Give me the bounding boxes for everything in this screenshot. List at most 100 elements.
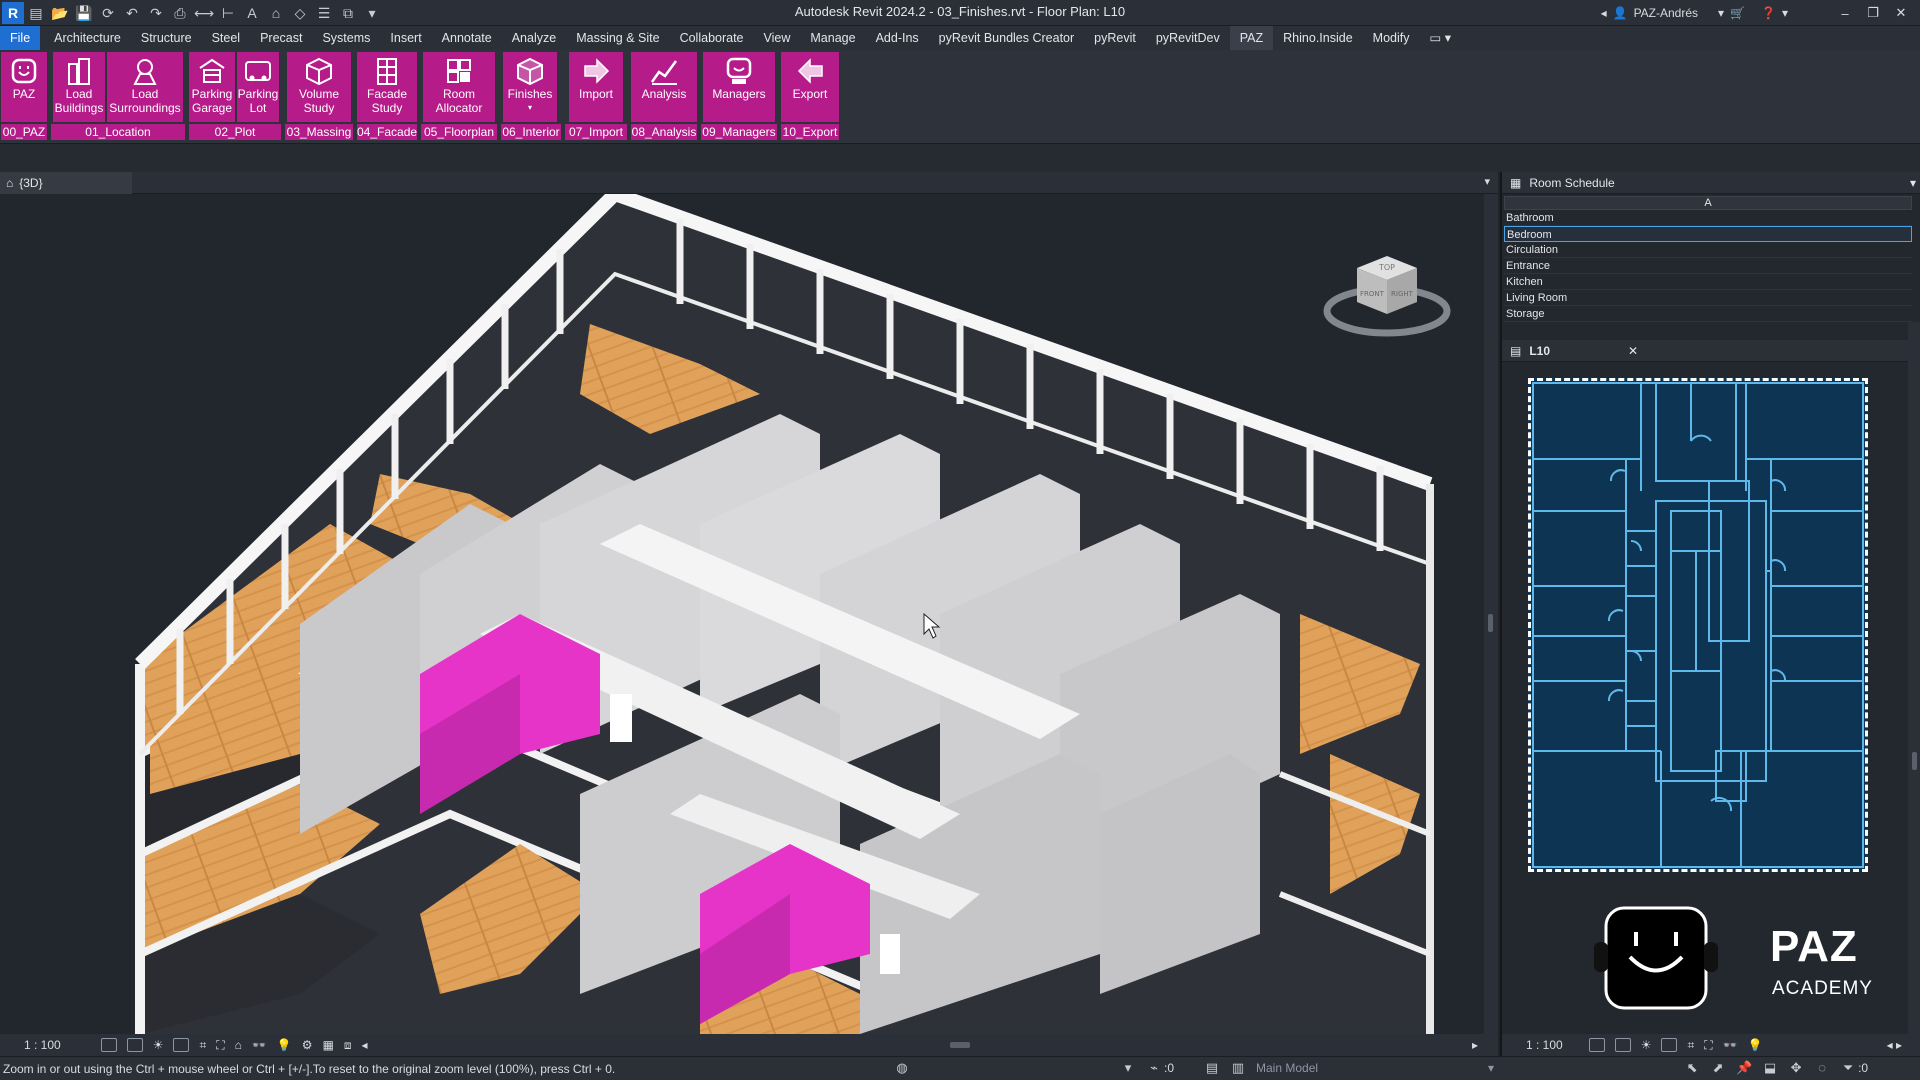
tab-view[interactable]: View <box>754 26 801 50</box>
tab-analyze[interactable]: Analyze <box>502 26 566 50</box>
home-icon[interactable]: ▤ <box>25 2 47 24</box>
tab-pyrevitdev[interactable]: pyRevitDev <box>1146 26 1230 50</box>
tab-modify[interactable]: Modify <box>1363 26 1420 50</box>
minimize-button[interactable]: – <box>1834 6 1856 21</box>
select-underlay-icon[interactable]: ⬈ <box>1710 1060 1726 1076</box>
select-pinned-icon[interactable]: 📌 <box>1736 1060 1752 1076</box>
tab-structure[interactable]: Structure <box>131 26 202 50</box>
schedule-column-header[interactable]: A <box>1504 196 1912 210</box>
schedule-row[interactable]: Storage <box>1504 306 1912 322</box>
sun-path-icon[interactable]: ☀ <box>153 1038 164 1052</box>
import-button[interactable]: Import <box>569 52 623 122</box>
design-options-icon[interactable]: ⌁ <box>1146 1060 1162 1076</box>
cart-icon[interactable]: 🛒 <box>1730 6 1745 20</box>
viewport-horizontal-scrollbar[interactable] <box>460 1042 1460 1048</box>
save-icon[interactable]: 💾 <box>73 2 95 24</box>
reveal-hidden-icon[interactable]: 💡 <box>277 1038 292 1052</box>
sync-icon[interactable]: ⟳ <box>97 2 119 24</box>
tab-collaborate[interactable]: Collaborate <box>670 26 754 50</box>
open-icon[interactable]: 📂 <box>49 2 71 24</box>
3d-view-icon[interactable]: ⌂ <box>265 2 287 24</box>
plan-scale[interactable]: 1 : 100 <box>1526 1038 1563 1052</box>
tab-massing-site[interactable]: Massing & Site <box>566 26 669 50</box>
plan-crop-view-icon[interactable]: ⌗ <box>1687 1038 1694 1053</box>
tab-annotate[interactable]: Annotate <box>432 26 502 50</box>
plan-scroll-thumb[interactable] <box>1912 752 1917 770</box>
thin-lines-icon[interactable]: ☰ <box>313 2 335 24</box>
tab-architecture[interactable]: Architecture <box>44 26 131 50</box>
room-allocator-button[interactable]: Room Allocator <box>423 52 495 122</box>
schedule-row[interactable]: Living Room <box>1504 290 1912 306</box>
user-name[interactable]: PAZ-Andrés <box>1634 6 1698 20</box>
restore-button[interactable]: ❐ <box>1862 5 1884 21</box>
section-icon[interactable]: ◇ <box>289 2 311 24</box>
background-process-icon[interactable]: ◌ <box>1814 1060 1830 1076</box>
view-scale[interactable]: 1 : 100 <box>24 1038 61 1052</box>
tab-3d-view[interactable]: ⌂ {3D} <box>0 172 132 194</box>
plan-show-crop-icon[interactable]: ⛶ <box>1704 1038 1712 1053</box>
hide-analytical-icon[interactable]: ▦ <box>323 1038 334 1052</box>
detail-level-icon[interactable] <box>100 1038 117 1052</box>
tab-file[interactable]: File <box>0 26 41 50</box>
tab-pyrevit-bundles-creator[interactable]: pyRevit Bundles Creator <box>929 26 1084 50</box>
viewport-vertical-scrollbar[interactable] <box>1484 194 1498 1034</box>
schedule-menu-icon[interactable]: ▾ <box>1910 176 1916 190</box>
model-properties-icon[interactable]: ▥ <box>1230 1060 1246 1076</box>
plan-detail-level-icon[interactable] <box>1588 1038 1605 1052</box>
editable-only-icon[interactable]: ▾ <box>1120 1060 1136 1076</box>
load-surroundings-button[interactable]: Load Surroundings <box>107 52 183 122</box>
facade-study-button[interactable]: Facade Study <box>357 52 417 122</box>
help-dropdown-icon[interactable]: ▾ <box>1782 6 1788 20</box>
scroll-right-icon[interactable]: ▸ <box>1472 1038 1478 1052</box>
drag-elements-icon[interactable]: ✥ <box>1788 1060 1804 1076</box>
shadows-icon[interactable] <box>173 1038 190 1052</box>
chevron-left-icon[interactable]: ◂ <box>1601 6 1607 20</box>
managers-button[interactable]: Managers <box>703 52 775 122</box>
load-buildings-button[interactable]: Load Buildings <box>53 52 105 122</box>
worksets-icon[interactable]: ◍ <box>894 1060 910 1076</box>
select-by-face-icon[interactable]: ⬓ <box>1762 1060 1778 1076</box>
plan-temporary-hide-icon[interactable]: 👓 <box>1723 1038 1738 1052</box>
plan-shadows-icon[interactable] <box>1661 1038 1678 1052</box>
show-crop-icon[interactable]: ⛶ <box>216 1038 224 1053</box>
close-button[interactable]: ✕ <box>1890 5 1912 21</box>
print-icon[interactable]: ⎙ <box>169 2 191 24</box>
schedule-row[interactable]: Bathroom <box>1504 210 1912 226</box>
visual-style-icon[interactable] <box>126 1038 143 1052</box>
schedule-row-selected[interactable]: Bedroom <box>1504 226 1912 242</box>
undo-icon[interactable]: ↶ <box>121 2 143 24</box>
analysis-button[interactable]: Analysis <box>631 52 697 122</box>
select-links-icon[interactable]: ⬉ <box>1684 1060 1700 1076</box>
tab-systems[interactable]: Systems <box>312 26 380 50</box>
schedule-row[interactable]: Kitchen <box>1504 274 1912 290</box>
filter-icon[interactable]: ⏷ <box>1840 1060 1856 1076</box>
parking-garage-button[interactable]: Parking Garage <box>189 52 235 122</box>
chevron-down-icon[interactable]: ▾ <box>1718 6 1724 20</box>
view-cube[interactable]: TOP FRONT RIGHT <box>1322 246 1452 346</box>
dimension-icon[interactable]: ⊢ <box>217 2 239 24</box>
viewport-scroll-thumb[interactable] <box>1488 614 1493 632</box>
tab-add-ins[interactable]: Add-Ins <box>866 26 929 50</box>
user-icon[interactable]: 👤 <box>1613 6 1628 20</box>
crop-view-icon[interactable]: ⌗ <box>199 1038 206 1053</box>
h-scroll-thumb[interactable] <box>950 1042 970 1048</box>
text-icon[interactable]: A <box>241 2 263 24</box>
tab-precast[interactable]: Precast <box>250 26 312 50</box>
schedule-row[interactable]: Circulation <box>1504 242 1912 258</box>
plan-reveal-hidden-icon[interactable]: 💡 <box>1748 1038 1763 1052</box>
redo-icon[interactable]: ↷ <box>145 2 167 24</box>
unlocked-3d-icon[interactable]: ⌂ <box>235 1038 242 1052</box>
schedule-title[interactable]: Room Schedule <box>1529 176 1614 190</box>
switch-windows-icon[interactable]: ⧉ <box>337 2 359 24</box>
tab-pyrevit[interactable]: pyRevit <box>1084 26 1146 50</box>
3d-viewport[interactable]: TOP FRONT RIGHT <box>0 194 1484 1034</box>
paz-button[interactable]: PAZ <box>1 52 47 122</box>
ribbon-display-toggle[interactable]: ▭ ▾ <box>1419 26 1461 50</box>
revit-logo-icon[interactable]: R <box>2 2 24 24</box>
temporary-hide-icon[interactable]: 👓 <box>252 1038 267 1052</box>
parking-lot-button[interactable]: Parking Lot <box>237 52 279 122</box>
schedule-row[interactable]: Entrance <box>1504 258 1912 274</box>
volume-study-button[interactable]: Volume Study <box>287 52 351 122</box>
view-menu-icon[interactable]: ▾ <box>1484 175 1490 188</box>
plan-expand-icon[interactable]: ◂ ▸ <box>1887 1038 1902 1052</box>
